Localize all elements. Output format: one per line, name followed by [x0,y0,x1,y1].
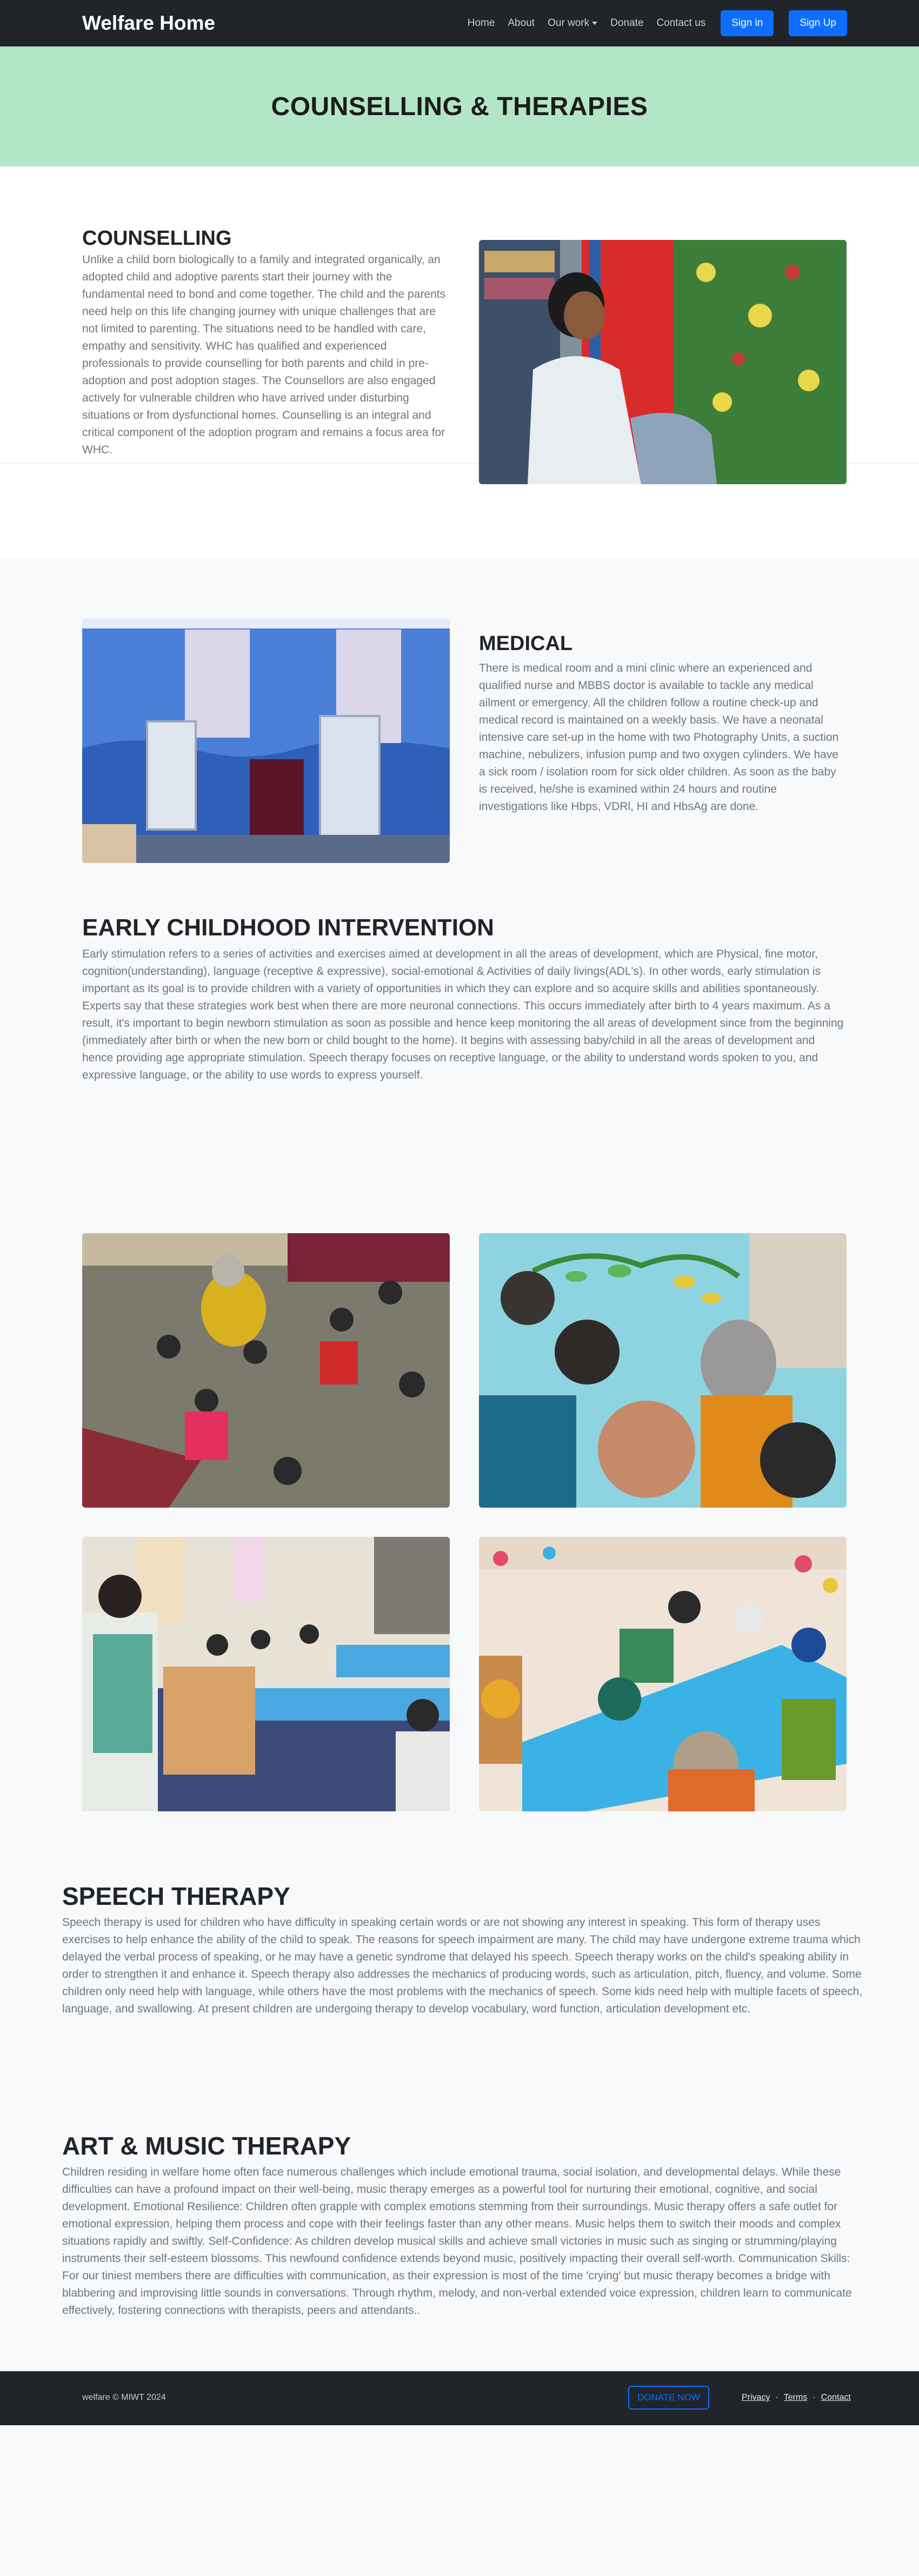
eci-text-block: EARLY CHILDHOOD INTERVENTION Early stimu… [82,914,847,1084]
art-music-therapy-section: ART & MUSIC THERAPY Children residing in… [0,2131,919,2371]
gallery-photo-4 [479,1537,847,1811]
footer-separator: · [775,2393,778,2402]
nav-link-donate[interactable]: Donate [610,17,643,29]
footer-links: Privacy · Terms · Contact [742,2393,851,2403]
navbar: Welfare Home Home About Our work Donate … [0,0,919,46]
eci-section: EARLY CHILDHOOD INTERVENTION Early stimu… [0,909,919,1233]
sign-up-button[interactable]: Sign Up [789,10,847,36]
medical-text-block: MEDICAL There is medical room and a mini… [479,632,847,815]
chevron-down-icon [592,22,598,25]
speech-text-block: SPEECH THERAPY Speech therapy is used fo… [62,1882,868,2018]
footer-link-privacy[interactable]: Privacy [742,2393,770,2403]
page-title: COUNSELLING & THERAPIES [271,92,648,121]
art-heading: ART & MUSIC THERAPY [62,2132,351,2160]
medical-photo [82,619,450,863]
gallery-photo-1 [82,1233,450,1508]
footer-copyright: welfare © MIWT 2024 [82,2393,166,2402]
speech-therapy-section: SPEECH THERAPY Speech therapy is used fo… [0,1882,919,2131]
nav-link-home[interactable]: Home [468,17,495,29]
medical-paragraph: There is medical room and a mini clinic … [479,662,839,813]
nav-link-about[interactable]: About [508,17,535,29]
speech-heading: SPEECH THERAPY [62,1882,290,1910]
art-paragraph: Children residing in welfare home often … [62,2166,852,2317]
counselling-text-block: COUNSELLING Unlike a child born biologic… [82,227,450,459]
donate-now-button[interactable]: DONATE NOW [628,2386,709,2410]
art-text-block: ART & MUSIC THERAPY Children residing in… [62,2131,868,2319]
footer-separator: · [813,2393,816,2402]
eci-heading: EARLY CHILDHOOD INTERVENTION [82,914,494,941]
hero-banner: COUNSELLING & THERAPIES [0,46,919,166]
gallery-photo-2 [479,1233,847,1508]
sign-in-button[interactable]: Sign in [721,10,774,36]
nav-links: Home About Our work Donate Contact us Si… [455,10,847,36]
medical-heading: MEDICAL [479,632,573,655]
counselling-section: COUNSELLING Unlike a child born biologic… [0,166,919,558]
nav-link-our-work-label: Our work [548,17,590,29]
eci-photo-gallery [0,1233,919,1882]
counselling-heading: COUNSELLING [82,227,232,250]
gallery-photo-3 [82,1537,450,1811]
nav-link-contact[interactable]: Contact us [656,17,705,29]
brand-logo[interactable]: Welfare Home [82,12,215,35]
eci-paragraph: Early stimulation refers to a series of … [82,948,844,1081]
footer-link-contact[interactable]: Contact [821,2393,851,2403]
counselling-paragraph: Unlike a child born biologically to a fa… [82,253,446,456]
medical-section: MEDICAL There is medical room and a mini… [0,558,919,909]
nav-dropdown-our-work[interactable]: Our work [548,17,598,29]
footer-link-terms[interactable]: Terms [784,2393,808,2403]
speech-paragraph: Speech therapy is used for children who … [62,1916,863,2015]
footer: welfare © MIWT 2024 DONATE NOW Privacy ·… [0,2371,919,2425]
counselling-photo [479,240,847,484]
